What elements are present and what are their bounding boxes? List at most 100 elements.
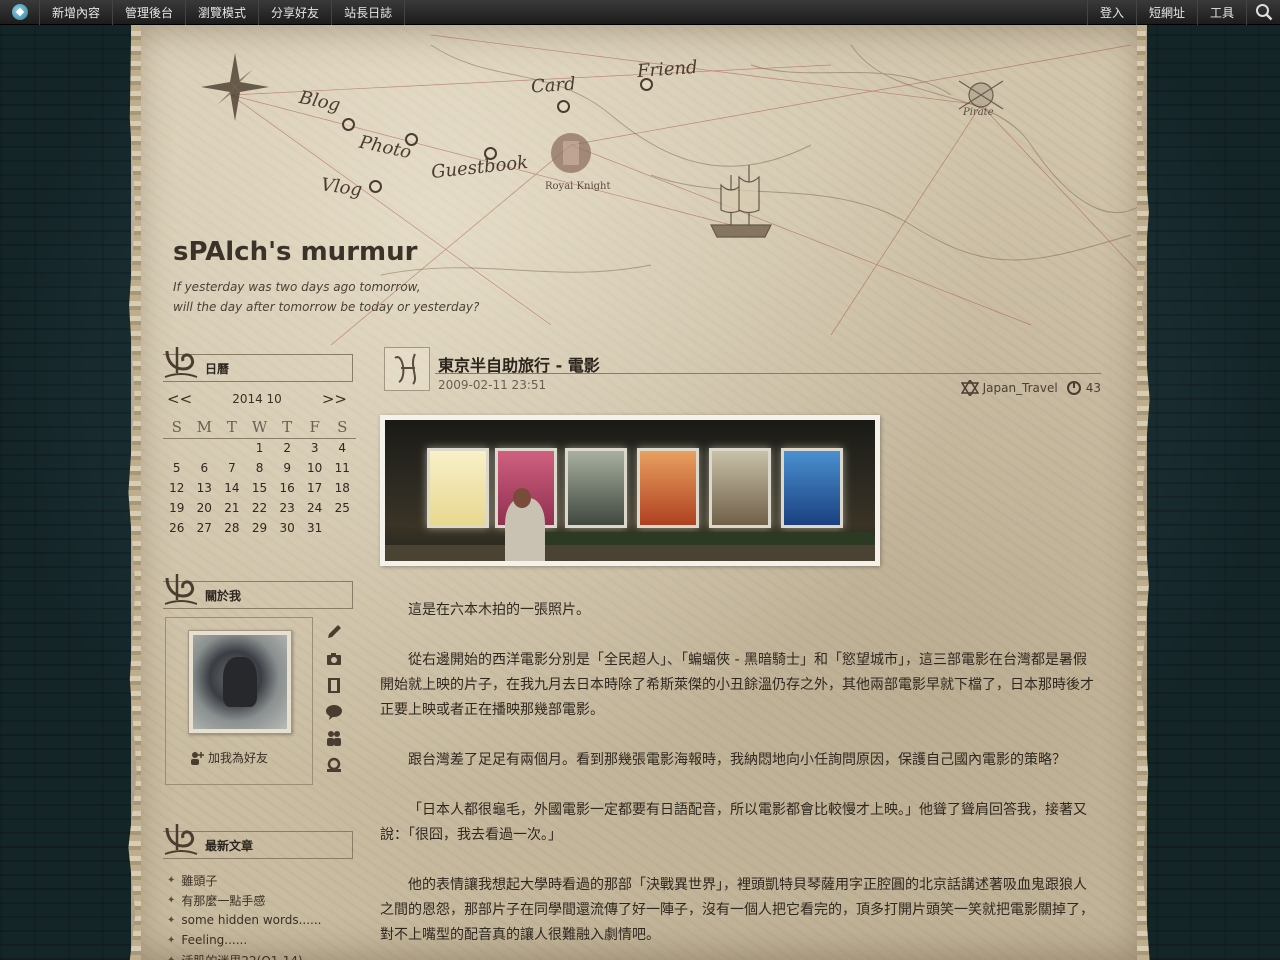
calendar-next-button[interactable]: >> — [322, 390, 347, 408]
calendar-day — [328, 518, 356, 538]
calendar-day: 11 — [334, 461, 350, 475]
latest-post-title: 活肌的迷思22(Q1-14) — [181, 952, 302, 960]
bullet-icon: ✦ — [167, 934, 176, 946]
article-paragraph: 跟台灣差了足足有兩個月。看到那幾張電影海報時，我納悶地向小任詢問原因，保護自己國… — [408, 752, 1066, 768]
calendar-grid: S M T W T F S 1 2 3 4 5 6 7 8 9 10 11 12… — [163, 416, 356, 538]
calendar-day: 16 — [279, 481, 295, 495]
latest-post-item[interactable]: ✦ 活肌的迷思22(Q1-14) — [167, 950, 321, 960]
article-paragraph: 這是在六本木拍的一張照片。 — [408, 602, 590, 618]
chat-bubble-icon[interactable] — [325, 703, 343, 721]
calendar-widget-header: 日曆 — [163, 347, 353, 382]
calendar-widget-title: 日曆 — [205, 361, 230, 376]
weekday-label: T — [218, 416, 246, 439]
latest-post-title: 雖頭子 — [181, 873, 218, 888]
blog-subtitle: If yesterday was two days ago tomorrow, … — [173, 277, 479, 317]
pixnet-logo-icon[interactable] — [0, 0, 40, 25]
movie-posters-photo — [385, 420, 875, 561]
toolbar-browse-mode[interactable]: 瀏覽模式 — [186, 0, 260, 25]
add-friend-icon — [191, 751, 204, 765]
about-widget-title: 關於我 — [205, 588, 242, 603]
article-category[interactable]: Japan_Travel — [983, 381, 1058, 395]
friends-icon[interactable] — [325, 729, 343, 747]
map-dot-photo[interactable] — [405, 133, 418, 146]
avatar[interactable] — [188, 630, 292, 734]
parchment-page: Blog Photo Vlog Guestbook Card Friend Ro… — [131, 25, 1147, 960]
add-friend-label: 加我為好友 — [208, 751, 269, 765]
add-friend-link[interactable]: 加我為好友 — [190, 749, 268, 766]
views-icon — [1066, 381, 1081, 395]
article-views: 43 — [1085, 381, 1101, 395]
calendar-day: 7 — [228, 461, 236, 475]
search-profile-icon[interactable] — [325, 756, 343, 774]
calendar-day: 28 — [224, 521, 240, 535]
toolbar-share[interactable]: 分享好友 — [259, 0, 333, 25]
ornament-icon — [164, 574, 198, 605]
weekday-label: S — [328, 416, 356, 439]
film-icon[interactable] — [325, 676, 343, 694]
calendar-day: 8 — [255, 461, 264, 475]
article-paragraph: 「日本人都很龜毛，外國電影一定都要有日語配音，所以電影都會比較慢才上映。」他聳了… — [380, 802, 1087, 843]
calendar-week-row: 1 2 3 4 — [163, 438, 356, 458]
map-dot-friend[interactable] — [640, 78, 653, 91]
latest-post-item[interactable]: ✦ 有那麼一點手感 — [167, 890, 321, 910]
weekday-label: M — [190, 416, 219, 439]
calendar-day: 15 — [251, 481, 268, 495]
latest-posts-list: ✦ 雖頭子 ✦ 有那麼一點手感 ✦ some hidden words...... ✦… — [167, 870, 321, 960]
map-link-card[interactable]: Card — [530, 73, 576, 97]
calendar-day: 13 — [196, 481, 212, 495]
weekday-label: T — [273, 416, 301, 439]
latest-post-title: Feeling...... — [181, 933, 248, 947]
top-toolbar: 新增內容 管理後台 瀏覽模式 分享好友 站長日誌 登入 短網址 工具 — [0, 0, 1280, 25]
calendar-day: 27 — [196, 521, 212, 535]
calendar-weekday-row: S M T W T F S — [163, 416, 356, 439]
map-dot-blog[interactable] — [342, 118, 355, 131]
calendar-day: 26 — [169, 521, 185, 535]
camera-icon[interactable] — [325, 650, 343, 668]
calendar-day: 18 — [334, 481, 350, 495]
calendar-day: 25 — [334, 501, 350, 515]
latest-post-title: 有那麼一點手感 — [181, 893, 266, 908]
latest-post-item[interactable]: ✦ 雖頭子 — [167, 870, 321, 890]
search-icon[interactable] — [1246, 0, 1280, 25]
calendar-day: 20 — [196, 501, 212, 515]
toolbar-short-url[interactable]: 短網址 — [1135, 0, 1197, 25]
pencil-icon[interactable] — [325, 623, 343, 641]
calendar-day: 19 — [169, 501, 185, 515]
calendar-day: 4 — [338, 441, 347, 456]
about-icon-column — [325, 623, 345, 782]
blog-subtitle-line-1: If yesterday was two days ago tomorrow, — [173, 280, 421, 294]
map-label-pirate: Pirate — [963, 107, 994, 118]
calendar-day: 3 — [310, 441, 319, 456]
toolbar-login[interactable]: 登入 — [1086, 0, 1136, 25]
bullet-icon: ✦ — [167, 874, 176, 886]
article-photo[interactable] — [380, 415, 880, 566]
toolbar-site-log[interactable]: 站長日誌 — [332, 0, 406, 25]
calendar-day: 6 — [200, 461, 209, 475]
article-body: 這是在六本木拍的一張照片。 從右邊開始的西洋電影分別是「全民超人」、「蝙蝠俠 -… — [380, 598, 1100, 960]
map-dot-guestbook[interactable] — [484, 147, 497, 160]
calendar-month: 2014 10 — [232, 392, 282, 406]
latest-post-title: some hidden words...... — [181, 913, 322, 927]
latest-widget-header: 最新文章 — [163, 824, 353, 859]
calendar-week-row: 12 13 14 15 16 17 18 — [163, 478, 356, 498]
toolbar-tools[interactable]: 工具 — [1196, 0, 1246, 25]
toolbar-admin[interactable]: 管理後台 — [113, 0, 187, 25]
calendar-day: 5 — [172, 461, 181, 475]
calendar-day: 17 — [307, 481, 323, 495]
calendar-day: 21 — [224, 501, 240, 515]
article-meta: Japan_Travel 43 — [960, 380, 1101, 396]
map-dot-vlog[interactable] — [369, 180, 382, 193]
latest-post-item[interactable]: ✦ Feeling...... — [167, 930, 321, 950]
calendar-day — [218, 438, 246, 458]
weekday-label: W — [245, 416, 274, 439]
map-dot-card[interactable] — [557, 100, 570, 113]
calendar-week-row: 5 6 7 8 9 10 11 — [163, 458, 356, 478]
article-date: 2009-02-11 23:51 — [438, 378, 547, 392]
blog-subtitle-line-2: will the day after tomorrow be today or … — [173, 300, 480, 314]
blog-title[interactable]: sPAlch's murmur — [173, 237, 417, 267]
toolbar-new-content[interactable]: 新增內容 — [40, 0, 114, 25]
article-emblem-icon — [384, 347, 430, 391]
category-star-icon — [960, 380, 979, 396]
map-label-royal-knight: Royal Knight — [545, 181, 611, 192]
latest-post-item[interactable]: ✦ some hidden words...... — [167, 910, 321, 930]
